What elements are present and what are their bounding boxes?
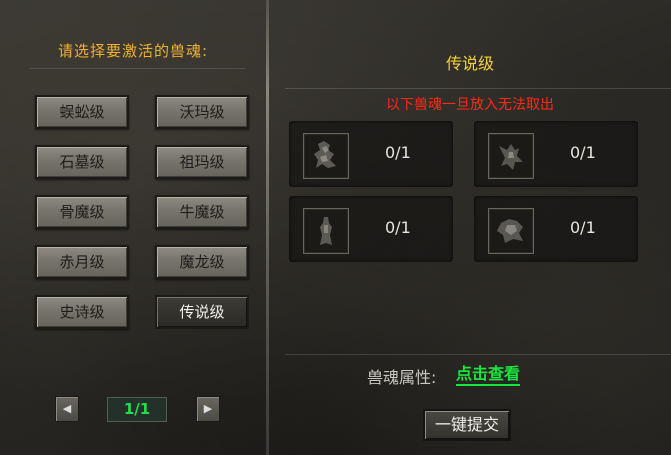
soul-slot[interactable]: 0/1 bbox=[289, 121, 453, 187]
slot-count: 0/1 bbox=[385, 143, 411, 162]
page-indicator: 1/1 bbox=[107, 397, 167, 422]
beast-soul-icon bbox=[488, 208, 534, 254]
beast-soul-icon bbox=[488, 133, 534, 179]
tier-button-zuma[interactable]: 祖玛级 bbox=[155, 145, 249, 179]
right-triangle-icon: ▶ bbox=[203, 402, 213, 415]
view-attributes-link[interactable]: 点击查看 bbox=[456, 364, 521, 386]
tier-button-woma[interactable]: 沃玛级 bbox=[155, 95, 249, 129]
irreversible-warning: 以下兽魂一旦放入无法取出 bbox=[386, 97, 554, 113]
prev-page-button[interactable]: ◀ bbox=[55, 396, 79, 422]
tier-button-stone-tomb[interactable]: 石墓级 bbox=[35, 145, 129, 179]
right-title-divider bbox=[285, 88, 671, 89]
tier-button-legendary[interactable]: 传说级 bbox=[155, 295, 249, 329]
slot-count: 0/1 bbox=[570, 143, 596, 162]
tier-button-demon-dragon[interactable]: 魔龙级 bbox=[155, 245, 249, 279]
next-page-button[interactable]: ▶ bbox=[196, 396, 220, 422]
slot-count: 0/1 bbox=[570, 218, 596, 237]
soul-slot[interactable]: 0/1 bbox=[474, 121, 638, 187]
slot-count: 0/1 bbox=[385, 218, 411, 237]
tier-button-red-moon[interactable]: 赤月级 bbox=[35, 245, 129, 279]
soul-slot[interactable]: 0/1 bbox=[474, 196, 638, 262]
soul-attribute-label: 兽魂属性: bbox=[367, 368, 437, 387]
submit-all-button[interactable]: 一键提交 bbox=[423, 409, 511, 441]
soul-slot[interactable]: 0/1 bbox=[289, 196, 453, 262]
beast-soul-activation-panel: 请选择要激活的兽魂: 蜈蚣级 沃玛级 石墓级 祖玛级 骨魔级 牛魔级 赤月级 魔… bbox=[0, 0, 671, 455]
left-title-divider bbox=[30, 68, 245, 69]
tier-button-bull-demon[interactable]: 牛魔级 bbox=[155, 195, 249, 229]
tier-button-centipede[interactable]: 蜈蚣级 bbox=[35, 95, 129, 129]
beast-soul-icon bbox=[303, 133, 349, 179]
beast-soul-icon bbox=[303, 208, 349, 254]
left-triangle-icon: ◀ bbox=[62, 402, 72, 415]
left-panel-title: 请选择要激活的兽魂: bbox=[57, 42, 209, 60]
bottom-divider bbox=[285, 354, 671, 355]
tier-button-bone-demon[interactable]: 骨魔级 bbox=[35, 195, 129, 229]
selected-tier-title: 传说级 bbox=[445, 54, 494, 73]
tier-button-epic[interactable]: 史诗级 bbox=[35, 295, 129, 329]
